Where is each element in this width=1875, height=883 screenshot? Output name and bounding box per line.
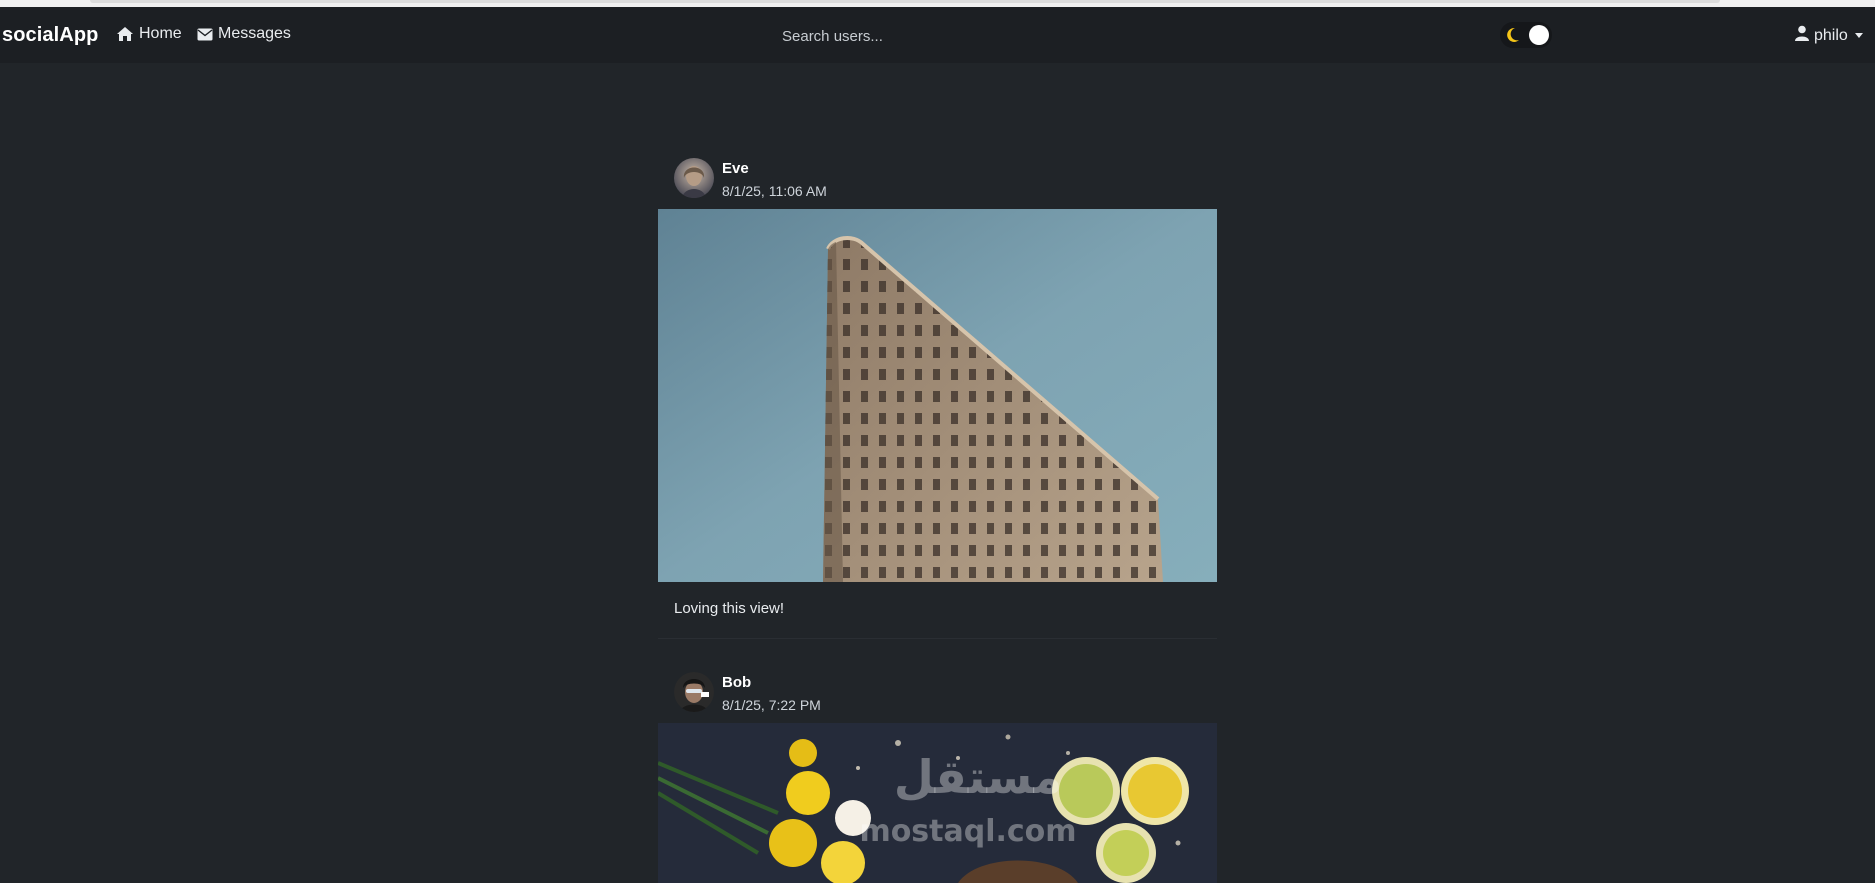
brand-logo[interactable]: socialApp [2, 24, 98, 47]
theme-toggle[interactable] [1500, 22, 1552, 48]
browser-bar-edge [90, 0, 1720, 3]
watermark-text: mostaql.com [859, 814, 1076, 849]
user-icon [1795, 25, 1809, 46]
avatar[interactable] [674, 158, 714, 198]
post-divider [658, 638, 1217, 639]
toggle-knob [1529, 25, 1549, 45]
envelope-icon [197, 28, 213, 41]
user-menu-dropdown[interactable]: philo [1795, 25, 1863, 46]
post-header: Bob 8/1/25, 7:22 PM [658, 664, 1217, 722]
post-image[interactable]: مستقل mostaql.com [658, 723, 1217, 883]
post-header: Eve 8/1/25, 11:06 AM [658, 150, 1217, 208]
post-image[interactable] [658, 209, 1217, 582]
nav-messages-link[interactable]: Messages [197, 25, 291, 43]
moon-icon [1506, 27, 1520, 48]
user-name-label: philo [1814, 26, 1848, 44]
avatar[interactable] [674, 672, 714, 712]
nav-home-label: Home [139, 25, 182, 42]
search-users-input[interactable] [780, 21, 1044, 51]
post-card: Bob 8/1/25, 7:22 PM مستقل mostaql.com [658, 664, 1217, 883]
post-timestamp: 8/1/25, 7:22 PM [722, 697, 821, 713]
post-author[interactable]: Eve [722, 160, 749, 177]
post-timestamp: 8/1/25, 11:06 AM [722, 183, 827, 199]
watermark-logo: مستقل [894, 750, 1062, 804]
home-icon [116, 26, 134, 42]
browser-tab-strip [0, 0, 1875, 7]
chevron-down-icon [1854, 33, 1863, 38]
top-navbar: socialApp Home Messages philo [0, 7, 1875, 63]
post-caption: Loving this view! [674, 600, 785, 617]
nav-messages-label: Messages [218, 25, 291, 42]
flowers-lemons-photo: مستقل mostaql.com [658, 723, 1217, 883]
nav-home-link[interactable]: Home [116, 25, 182, 43]
post-author[interactable]: Bob [722, 674, 751, 691]
post-card: Eve 8/1/25, 11:06 AM Loving this view! [658, 150, 1217, 639]
building-photo [658, 209, 1217, 582]
